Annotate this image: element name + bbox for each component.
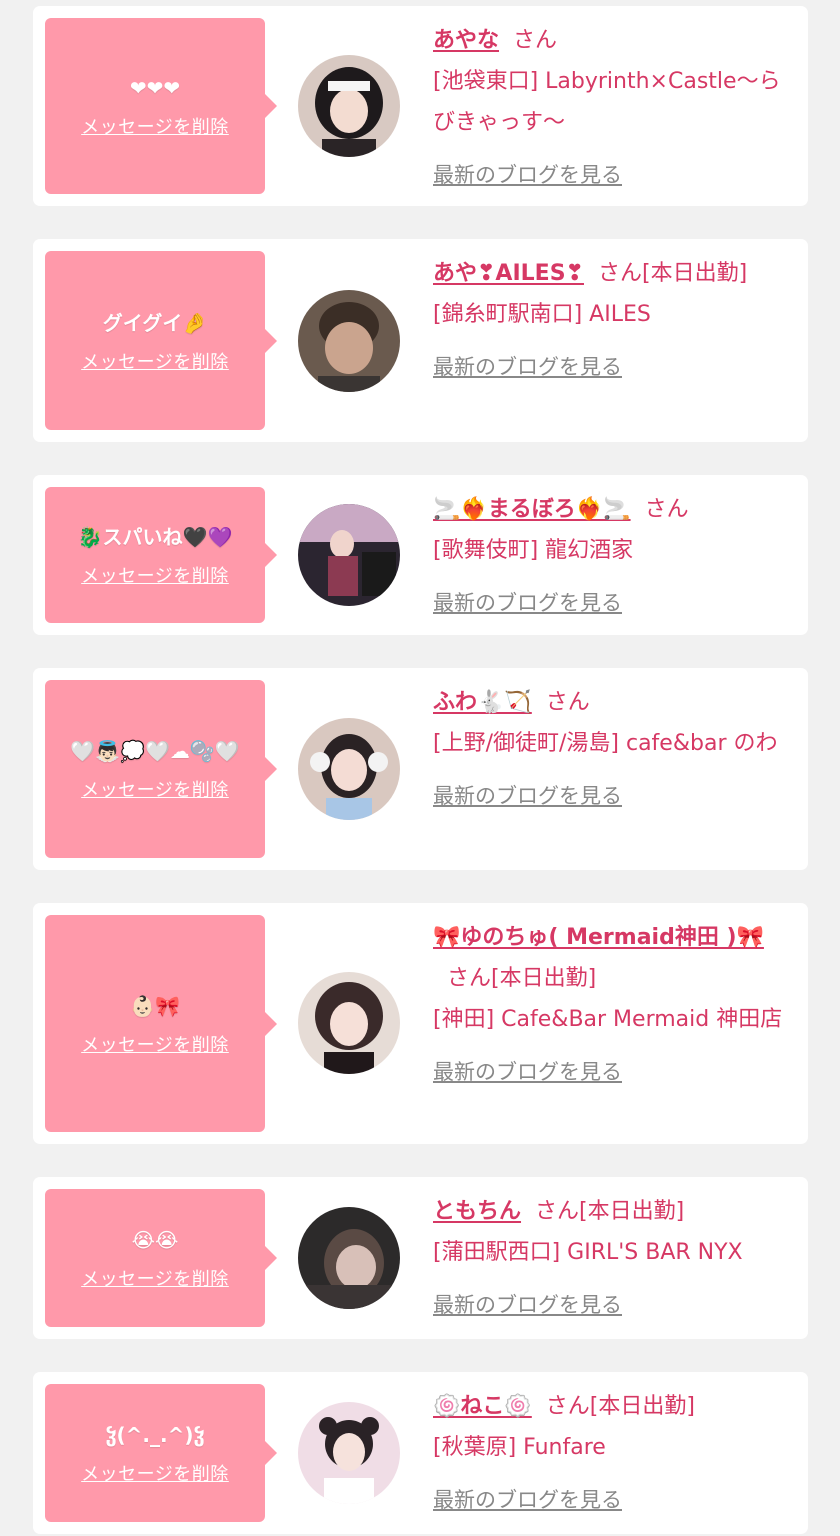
avatar[interactable]: [298, 504, 400, 606]
message-text: 😭😭: [131, 1228, 179, 1252]
message-text: ❤❤❤: [129, 76, 181, 100]
delete-message-link[interactable]: メッセージを削除: [81, 1265, 229, 1291]
message-card: グイグイ🤌 メッセージを削除 あや❣AILES❣ さん[本日出勤] [錦糸町駅南口…: [33, 239, 808, 442]
name-suffix: さん[本日出勤]: [597, 261, 748, 286]
message-bubble: 🤍👼🏻💭🤍☁🫧🤍 メッセージを削除: [45, 680, 277, 858]
avatar[interactable]: [298, 1207, 400, 1309]
avatar-photo-icon: [298, 972, 400, 1074]
profile-name-link[interactable]: ともちん: [433, 1199, 521, 1224]
avatar-photo-icon: [298, 1402, 400, 1504]
shop-text: [歌舞伎町] 龍幻酒家: [433, 538, 634, 563]
avatar-photo-icon: [298, 55, 400, 157]
latest-blog-link[interactable]: 最新のブログを見る: [433, 776, 622, 817]
message-text: 🐉スパいね🖤💜: [77, 525, 233, 549]
profile-info: ともちん さん[本日出勤] [蒲田駅西口] GIRL'S BAR NYX 最新のブ…: [433, 1191, 798, 1326]
latest-blog-link[interactable]: 最新のブログを見る: [433, 1052, 622, 1093]
message-text: 👶🏻🎀: [130, 993, 180, 1018]
name-suffix: さん: [513, 28, 558, 53]
profile-info: 🚬❤‍🔥まるぼろ❤‍🔥🚬 さん [歌舞伎町] 龍幻酒家 最新のブログを見る: [433, 489, 798, 624]
profile-name-link[interactable]: 🍥ねこ🍥: [433, 1394, 532, 1419]
profile-info: あやな さん [池袋東口] Labyrinth×Castle〜らびきゃっす〜 最新…: [433, 20, 798, 196]
profile-info: 🎀ゆのちゅ( Mermaid神田 )🎀 さん[本日出勤] [神田] Cafe&Ba…: [433, 917, 798, 1093]
shop-text: [蒲田駅西口] GIRL'S BAR NYX: [433, 1240, 743, 1265]
message-card: 👶🏻🎀 メッセージを削除 🎀ゆのちゅ( Mermaid神田 )🎀 さん[本日出勤]…: [33, 903, 808, 1144]
message-bubble: 🐉スパいね🖤💜 メッセージを削除: [45, 487, 277, 623]
delete-message-link[interactable]: メッセージを削除: [81, 1031, 229, 1057]
delete-message-link[interactable]: メッセージを削除: [81, 1460, 229, 1486]
name-suffix: さん[本日出勤]: [447, 966, 597, 991]
profile-name-link[interactable]: あやな: [433, 28, 499, 53]
avatar[interactable]: [298, 1402, 400, 1504]
profile-name-link[interactable]: ふわ🐇🏹: [433, 690, 532, 715]
message-bubble: ❤❤❤ メッセージを削除: [45, 18, 277, 194]
message-card: ❤❤❤ メッセージを削除 あやな さん [池袋東口] Labyrinth×Cast…: [33, 6, 808, 206]
name-suffix: さん[本日出勤]: [535, 1199, 685, 1224]
name-suffix: さん[本日出勤]: [545, 1394, 695, 1419]
avatar[interactable]: [298, 55, 400, 157]
message-bubble: 👶🏻🎀 メッセージを削除: [45, 915, 277, 1132]
profile-name-link[interactable]: あや❣AILES❣: [433, 261, 584, 286]
avatar[interactable]: [298, 972, 400, 1074]
delete-message-link[interactable]: メッセージを削除: [81, 348, 229, 374]
delete-message-link[interactable]: メッセージを削除: [81, 113, 229, 139]
message-bubble: 😭😭 メッセージを削除: [45, 1189, 277, 1327]
latest-blog-link[interactable]: 最新のブログを見る: [433, 583, 622, 624]
profile-info: 🍥ねこ🍥 さん[本日出勤] [秋葉原] Funfare 最新のブログを見る: [433, 1386, 798, 1521]
message-text: 🤍👼🏻💭🤍☁🫧🤍: [70, 739, 240, 763]
latest-blog-link[interactable]: 最新のブログを見る: [433, 347, 622, 388]
profile-info: ふわ🐇🏹 さん [上野/御徒町/湯島] cafe&bar のわ 最新のブログを見る: [433, 682, 798, 817]
shop-text: [秋葉原] Funfare: [433, 1435, 606, 1460]
name-suffix: さん: [644, 497, 689, 522]
avatar[interactable]: [298, 718, 400, 820]
message-bubble: グイグイ🤌 メッセージを削除: [45, 251, 277, 430]
shop-text: [錦糸町駅南口] AILES: [433, 302, 651, 327]
latest-blog-link[interactable]: 最新のブログを見る: [433, 155, 622, 196]
message-text: グイグイ🤌: [102, 310, 208, 335]
profile-info: あや❣AILES❣ さん[本日出勤] [錦糸町駅南口] AILES 最新のブログを…: [433, 253, 798, 388]
delete-message-link[interactable]: メッセージを削除: [81, 776, 229, 802]
avatar-photo-icon: [298, 1207, 400, 1309]
message-card: 🤍👼🏻💭🤍☁🫧🤍 メッセージを削除 ふわ🐇🏹 さん [上野/御徒町/湯島] caf…: [33, 668, 808, 870]
avatar-photo-icon: [298, 504, 400, 606]
profile-name-link[interactable]: 🎀ゆのちゅ( Mermaid神田 )🎀: [433, 925, 764, 950]
message-card: ჴ(^._.^)ჴ メッセージを削除 🍥ねこ🍥 さん[本日出勤] [秋葉原] Fu…: [33, 1372, 808, 1534]
shop-text: [神田] Cafe&Bar Mermaid 神田店: [433, 1007, 783, 1032]
avatar-photo-icon: [298, 718, 400, 820]
message-card: 🐉スパいね🖤💜 メッセージを削除 🚬❤‍🔥まるぼろ❤‍🔥🚬 さん [歌舞伎町] 龍…: [33, 475, 808, 635]
message-card: 😭😭 メッセージを削除 ともちん さん[本日出勤] [蒲田駅西口] GIRL'S …: [33, 1177, 808, 1339]
message-bubble: ჴ(^._.^)ჴ メッセージを削除: [45, 1384, 277, 1522]
latest-blog-link[interactable]: 最新のブログを見る: [433, 1285, 622, 1326]
shop-text: [池袋東口] Labyrinth×Castle〜らびきゃっす〜: [433, 69, 781, 135]
profile-name-link[interactable]: 🚬❤‍🔥まるぼろ❤‍🔥🚬: [433, 497, 631, 522]
delete-message-link[interactable]: メッセージを削除: [81, 562, 229, 588]
avatar-photo-icon: [298, 290, 400, 392]
shop-text: [上野/御徒町/湯島] cafe&bar のわ: [433, 731, 778, 756]
name-suffix: さん: [545, 690, 590, 715]
message-text: ჴ(^._.^)ჴ: [105, 1423, 205, 1447]
avatar[interactable]: [298, 290, 400, 392]
latest-blog-link[interactable]: 最新のブログを見る: [433, 1480, 622, 1521]
